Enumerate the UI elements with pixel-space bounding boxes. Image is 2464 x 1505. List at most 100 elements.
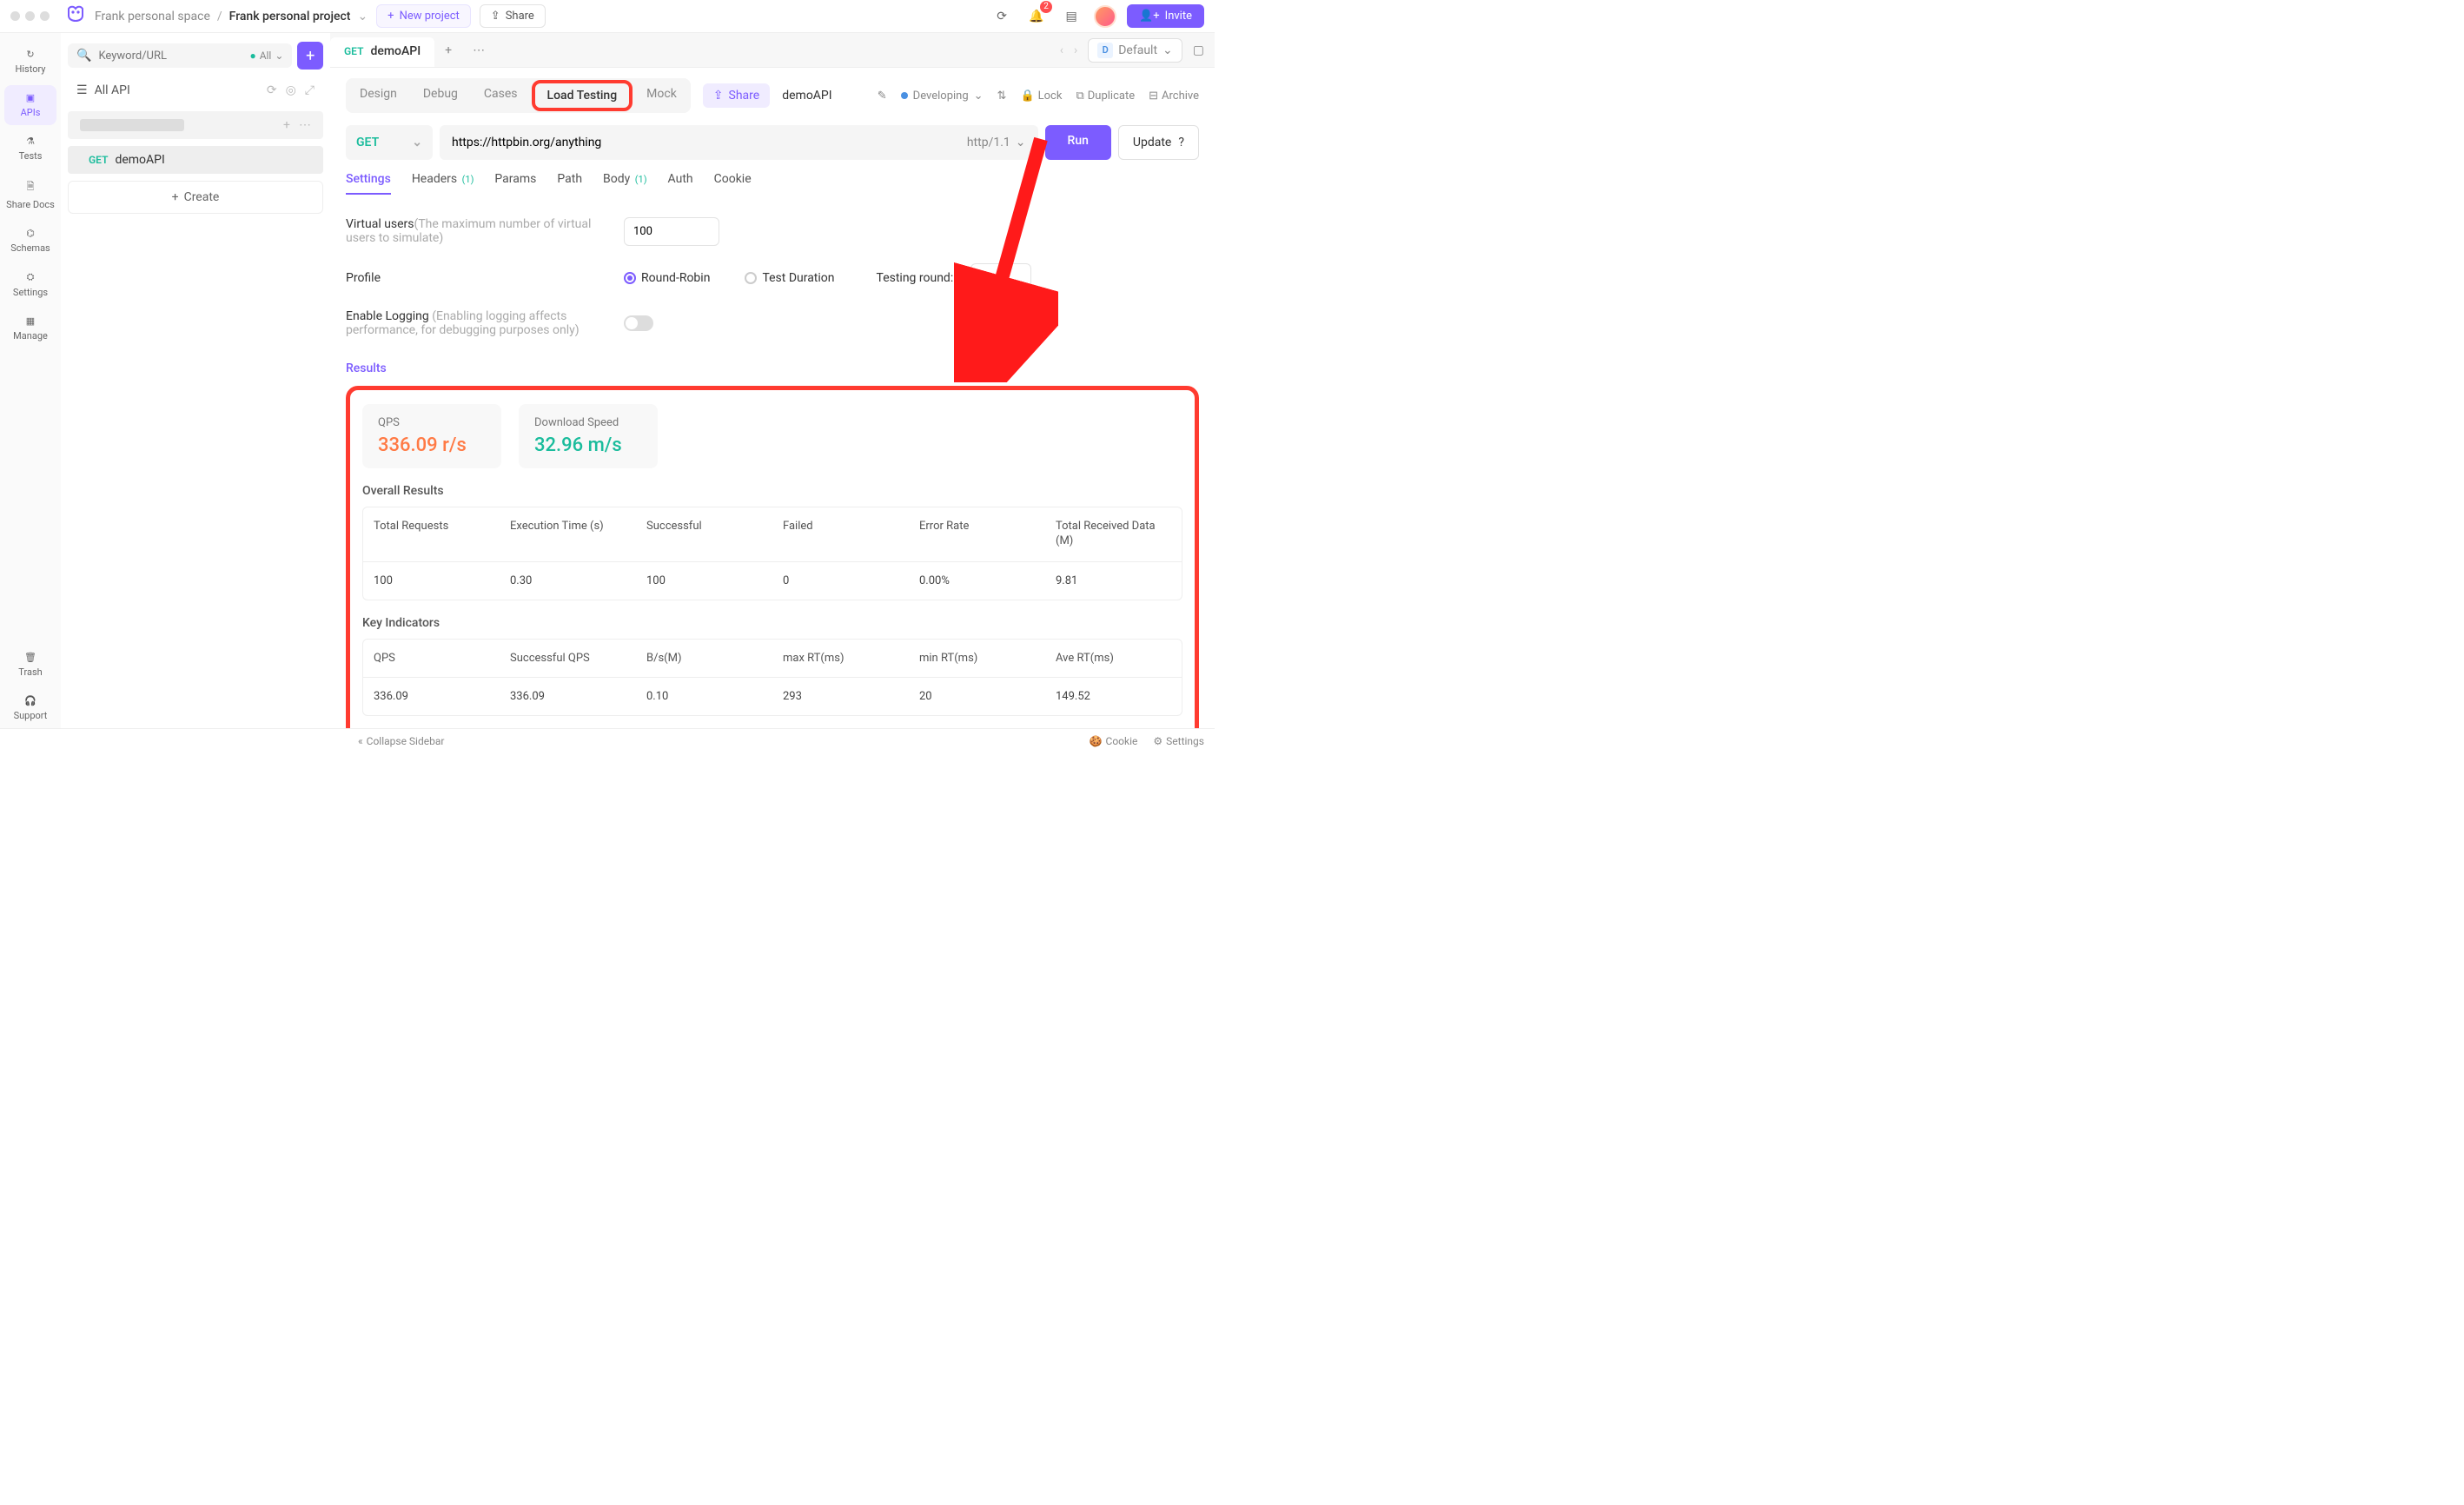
cookie-button[interactable]: 🍪Cookie (1090, 735, 1138, 747)
nav-forward-icon[interactable]: › (1074, 43, 1077, 57)
subtabs: Design Debug Cases Load Testing Mock ⇪ S… (346, 78, 1199, 113)
environment-selector[interactable]: D Default ⌄ (1088, 38, 1182, 63)
update-button[interactable]: Update ? (1118, 125, 1199, 160)
breadcrumb-project[interactable]: Frank personal project (229, 10, 351, 23)
tree-icon: ☰ (76, 83, 88, 97)
status-developing[interactable]: Developing⌄ (901, 90, 984, 103)
docs-icon[interactable]: ▤ (1059, 4, 1083, 29)
share-button[interactable]: ⇪ Share (480, 4, 546, 28)
radio-test-duration[interactable]: Test Duration (745, 271, 834, 285)
add-button[interactable]: + (297, 42, 323, 70)
rail-support[interactable]: 🎧Support (4, 688, 56, 728)
reqtab-headers[interactable]: Headers (1) (412, 172, 474, 195)
run-button[interactable]: Run (1045, 125, 1111, 160)
tab-more[interactable]: ⋯ (462, 43, 495, 57)
share-endpoint-button[interactable]: ⇪ Share (703, 83, 770, 108)
search-input-wrapper[interactable]: 🔍 ●All ⌄ (68, 43, 292, 68)
refresh-icon[interactable]: ⟳ (267, 83, 277, 97)
expand-icon[interactable]: ⤢ (305, 83, 315, 97)
virtual-users-input[interactable] (624, 217, 719, 246)
rail-trash[interactable]: 🗑Trash (4, 645, 56, 685)
status-dot-icon (901, 92, 908, 99)
tab-method: GET (344, 45, 363, 57)
breadcrumb-space[interactable]: Frank personal space (95, 10, 210, 23)
rail-settings[interactable]: ⛭Settings (4, 264, 56, 305)
subtab-cases[interactable]: Cases (472, 80, 530, 111)
tab-add[interactable]: + (434, 43, 462, 57)
lock-button[interactable]: 🔒Lock (1020, 90, 1062, 103)
enable-logging-toggle[interactable] (624, 315, 653, 331)
th-error-rate: Error Rate (909, 507, 1045, 562)
td-failed: 0 (772, 562, 909, 600)
archive-button[interactable]: ⊟Archive (1149, 90, 1199, 103)
chevron-down-icon: ⌄ (1016, 136, 1026, 149)
th-received-data: Total Received Data (M) (1045, 507, 1182, 562)
virtual-users-label: Virtual users(The maximum number of virt… (346, 217, 606, 245)
subtab-design[interactable]: Design (348, 80, 409, 111)
notifications-icon[interactable]: 🔔2 (1024, 4, 1049, 29)
panel-toggle-icon[interactable]: ▢ (1193, 43, 1204, 57)
zoom-dot[interactable] (40, 11, 50, 21)
rail-support-label: Support (14, 710, 48, 721)
th-ave-rt: Ave RT(ms) (1045, 640, 1182, 678)
subtab-mock[interactable]: Mock (634, 80, 689, 111)
collapse-sidebar-button[interactable]: « Collapse Sidebar (358, 735, 444, 747)
new-project-button[interactable]: + New project (376, 4, 471, 28)
docs-icon: 🗎 (27, 179, 35, 196)
rail-apis[interactable]: ▣APIs (4, 85, 56, 125)
sync-icon[interactable]: ⟳ (990, 4, 1014, 29)
profile-label: Profile (346, 271, 606, 285)
rail-history[interactable]: ↻History (4, 42, 56, 82)
close-dot[interactable] (10, 11, 20, 21)
body-count: (1) (635, 174, 647, 185)
plus-icon: + (172, 190, 179, 204)
settings-icon: ⛭ (27, 271, 35, 283)
folder-redacted (80, 119, 184, 131)
protocol-select[interactable]: http/1.1⌄ (958, 136, 1026, 149)
api-list-item[interactable]: GET demoAPI (68, 146, 323, 174)
plus-icon[interactable]: + (283, 118, 290, 132)
th-exec-time: Execution Time (s) (500, 507, 636, 562)
rail-share-docs[interactable]: 🗎Share Docs (4, 172, 56, 217)
sort-icon[interactable]: ⇅ (997, 90, 1007, 103)
search-input[interactable] (98, 50, 242, 63)
collapse-label: Collapse Sidebar (367, 735, 445, 747)
reqtab-params[interactable]: Params (494, 172, 536, 195)
duplicate-button[interactable]: ⧉Duplicate (1076, 90, 1135, 103)
gear-icon: ⚙ (1153, 735, 1162, 747)
url-input[interactable] (452, 125, 958, 160)
reqtab-settings[interactable]: Settings (346, 172, 391, 195)
all-api-row[interactable]: ☰ All API ⟳ ◎ ⤢ (68, 76, 323, 104)
rail-manage[interactable]: ▦Manage (4, 308, 56, 348)
subtab-load-testing[interactable]: Load Testing (532, 80, 633, 111)
endpoint-name-display: demoAPI (782, 89, 831, 103)
reqtab-auth[interactable]: Auth (668, 172, 693, 195)
more-icon[interactable]: ⋯ (299, 118, 311, 132)
nav-back-icon[interactable]: ‹ (1060, 43, 1063, 57)
subtab-debug[interactable]: Debug (411, 80, 470, 111)
reqtab-body[interactable]: Body (1) (603, 172, 647, 195)
reqtab-cookie[interactable]: Cookie (714, 172, 752, 195)
radio-round-robin[interactable]: Round-Robin (624, 271, 710, 285)
new-project-label: New project (400, 10, 460, 23)
create-button[interactable]: + Create (68, 181, 323, 214)
edit-icon[interactable]: ✎ (878, 90, 887, 103)
testing-round-input[interactable] (970, 263, 1031, 292)
search-filter-all[interactable]: ●All ⌄ (249, 50, 283, 62)
api-name: demoAPI (115, 153, 164, 167)
chevron-down-icon: ⌄ (1162, 43, 1173, 57)
minimize-dot[interactable] (25, 11, 35, 21)
rail-tests[interactable]: ⚗Tests (4, 129, 56, 169)
tab-demoapi[interactable]: GET demoAPI (330, 37, 434, 67)
avatar[interactable] (1094, 5, 1116, 28)
reqtab-path[interactable]: Path (557, 172, 582, 195)
settings-button[interactable]: ⚙Settings (1153, 735, 1204, 747)
method-select[interactable]: GET ⌄ (346, 125, 433, 160)
rail-schemas[interactable]: ⌬Schemas (4, 221, 56, 261)
invite-button[interactable]: 👤+ Invite (1127, 4, 1204, 28)
folder-row[interactable]: + ⋯ (68, 111, 323, 139)
tabstrip: GET demoAPI + ⋯ ‹ › D Default ⌄ ▢ (330, 33, 1215, 68)
results-header: Results (346, 361, 1199, 382)
target-icon[interactable]: ◎ (286, 83, 296, 97)
chevron-down-icon[interactable]: ⌄ (357, 10, 368, 23)
